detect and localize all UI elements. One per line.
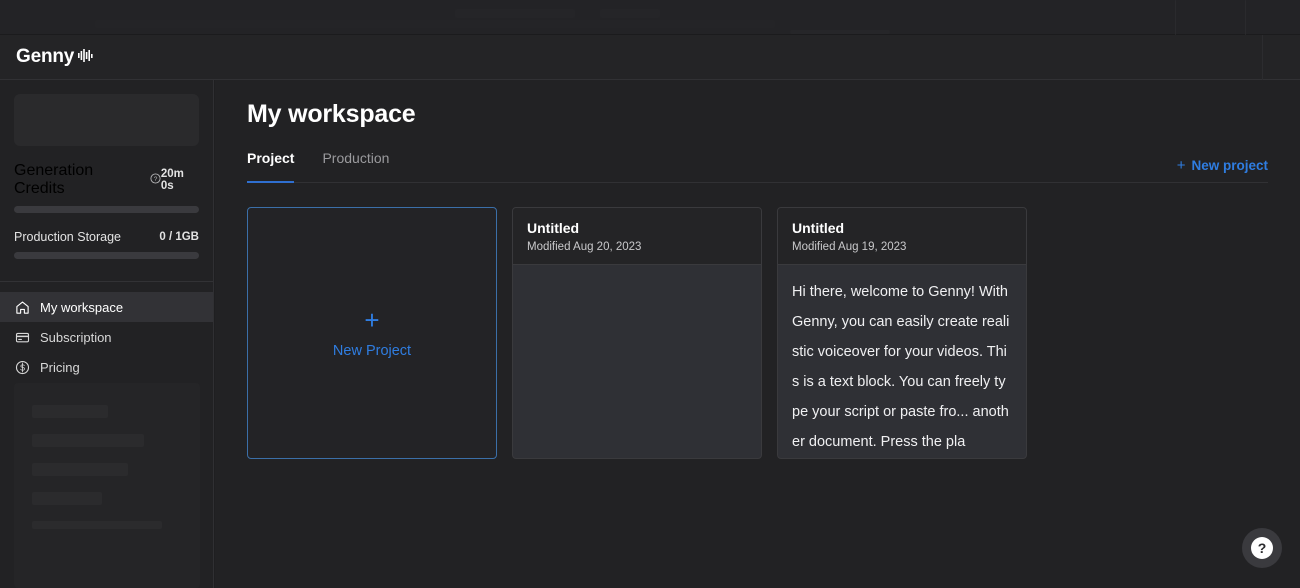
info-circle-icon[interactable]: ? <box>150 171 161 189</box>
credit-card-icon <box>14 329 30 345</box>
placeholder-line <box>32 492 102 505</box>
project-title: Untitled <box>792 220 845 236</box>
new-project-card[interactable]: + New Project <box>247 207 497 459</box>
meter-label-wrap: Generation Credits ? <box>14 162 161 198</box>
sidebar-item-label: Subscription <box>40 329 112 345</box>
meter-value: 0 / 1GB <box>159 231 199 243</box>
user-card-placeholder <box>14 94 199 146</box>
brand-logo[interactable]: Genny <box>16 46 93 69</box>
sidebar-item-label: My workspace <box>40 299 124 315</box>
new-project-link[interactable]: + New project <box>1177 158 1268 182</box>
project-preview-text: Hi there, welcome to Genny! With Genny, … <box>792 284 1010 450</box>
tab-project[interactable]: Project <box>247 150 295 183</box>
project-card-body: Hi there, welcome to Genny! With Genny, … <box>778 265 1026 458</box>
production-storage-meter: Production Storage 0 / 1GB <box>0 230 213 259</box>
project-card[interactable]: Untitled Modified Aug 19, 2023 Hi there,… <box>777 207 1027 459</box>
meter-value: 20m 0s <box>160 168 184 192</box>
home-icon <box>14 299 30 315</box>
new-project-link-label: New project <box>1191 158 1268 173</box>
meter-label: Generation Credits <box>14 162 94 197</box>
header-divider <box>1262 35 1263 80</box>
meter-row: Production Storage 0 / 1GB <box>14 230 199 244</box>
project-modified: Modified Aug 20, 2023 <box>527 241 642 253</box>
plus-icon: + <box>364 305 380 335</box>
generation-credits-meter: Generation Credits ? 20m 0s <box>0 162 213 213</box>
meter-row: Generation Credits ? 20m 0s <box>14 162 199 198</box>
chrome-ghost-block <box>600 9 660 18</box>
sidebar-item-pricing[interactable]: S Pricing <box>0 352 213 382</box>
chrome-divider <box>1245 0 1246 35</box>
sidebar-footer-placeholder <box>14 383 200 588</box>
sidebar-nav: My workspace Subscription S <box>0 282 213 382</box>
sidebar-item-subscription[interactable]: Subscription <box>0 322 213 352</box>
project-modified: Modified Aug 19, 2023 <box>792 241 907 253</box>
plus-icon: + <box>1176 157 1186 174</box>
page-title: My workspace <box>247 100 416 128</box>
chrome-ghost-block <box>95 20 775 28</box>
question-mark-icon: ? <box>1251 537 1273 559</box>
brand-name: Genny <box>16 45 75 67</box>
sidebar-item-label: Pricing <box>40 359 80 375</box>
tabs: Project Production <box>247 150 389 183</box>
project-card-grid: + New Project Untitled Modified Aug 20, … <box>247 207 1268 459</box>
project-card[interactable]: Untitled Modified Aug 20, 2023 <box>512 207 762 459</box>
project-title: Untitled <box>527 220 580 236</box>
waveform-icon <box>78 48 93 67</box>
project-card-header: Untitled Modified Aug 19, 2023 <box>778 208 1026 265</box>
meter-label-wrap: Production Storage <box>14 230 121 244</box>
sidebar: Generation Credits ? 20m 0s Production S… <box>0 80 214 588</box>
project-card-header: Untitled Modified Aug 20, 2023 <box>513 208 761 265</box>
app-header: Genny <box>0 35 1300 80</box>
new-project-card-label: New Project <box>332 343 412 359</box>
dollar-circle-icon: S <box>14 359 30 375</box>
tab-production[interactable]: Production <box>322 150 389 182</box>
placeholder-line <box>32 434 144 447</box>
app-root: Genny Generation Credits ? 20m 0s Produc… <box>0 0 1300 588</box>
project-card-body <box>513 265 761 458</box>
tabs-row: Project Production + New project <box>247 150 1268 183</box>
svg-text:?: ? <box>154 176 158 183</box>
placeholder-line <box>32 463 128 476</box>
progress-track <box>14 252 199 259</box>
help-button[interactable]: ? <box>1242 528 1282 568</box>
chrome-ghost-block <box>455 9 575 18</box>
browser-chrome-strip <box>0 0 1300 35</box>
placeholder-line <box>32 405 108 418</box>
progress-track <box>14 206 199 213</box>
meter-label: Production Storage <box>14 230 122 244</box>
placeholder-line <box>32 521 162 529</box>
chrome-ghost-block <box>790 30 890 34</box>
main-content: My workspace Project Production + New pr… <box>215 80 1300 588</box>
sidebar-item-my-workspace[interactable]: My workspace <box>0 292 213 322</box>
chrome-divider <box>1175 0 1176 35</box>
